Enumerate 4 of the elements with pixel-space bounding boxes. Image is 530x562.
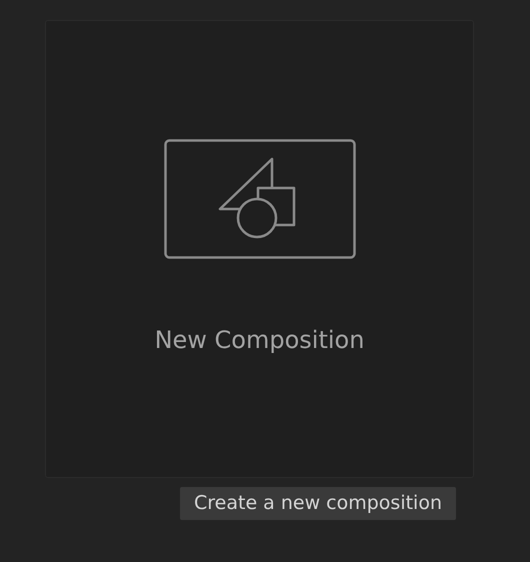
composition-icon <box>164 139 356 259</box>
tooltip: Create a new composition <box>180 487 456 520</box>
card-title: New Composition <box>154 325 364 355</box>
new-composition-card[interactable]: New Composition <box>45 20 474 478</box>
